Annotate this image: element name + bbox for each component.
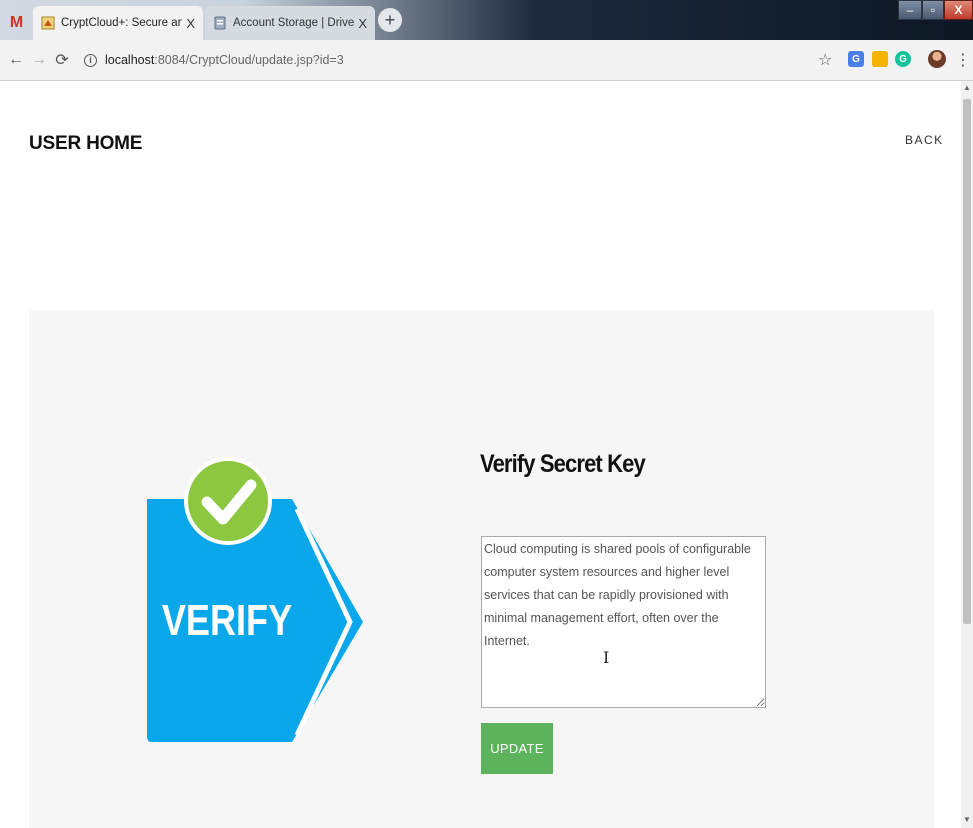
keep-icon[interactable] [872, 51, 888, 67]
tab-title: CryptCloud+: Secure and Expressive [61, 17, 183, 29]
page-viewport: USER HOME BACK VERIFY Verify Secret Key … [0, 81, 961, 828]
drivehq-favicon [214, 16, 226, 30]
gmail-icon: M [9, 14, 24, 31]
reload-button[interactable]: ⟳ [52, 50, 72, 70]
text-cursor-icon: I [603, 648, 610, 667]
forward-button[interactable]: → [29, 50, 49, 70]
tab-close-icon[interactable]: X [186, 16, 195, 31]
star-icon[interactable]: ☆ [818, 50, 832, 70]
tab-title: Account Storage | DriveHQ [233, 17, 355, 29]
new-tab-button[interactable]: + [378, 8, 402, 32]
verify-graphic-label: VERIFY [162, 596, 292, 645]
cryptcloud-favicon [41, 16, 55, 30]
secret-key-textarea[interactable]: Cloud computing is shared pools of confi… [481, 536, 766, 708]
tab-close-icon[interactable]: X [358, 16, 367, 31]
back-button[interactable]: ← [6, 50, 26, 70]
browser-tabstrip: M CryptCloud+: Secure and Expressive X A… [0, 0, 973, 40]
menu-icon[interactable]: ⋮ [955, 50, 971, 70]
update-button[interactable]: UPDATE [481, 723, 553, 774]
tab-drivehq[interactable]: Account Storage | DriveHQ X [205, 6, 375, 40]
tab-cryptcloud[interactable]: CryptCloud+: Secure and Expressive X [33, 6, 203, 40]
window-close-button[interactable]: X [944, 0, 973, 20]
verify-panel: VERIFY Verify Secret Key Cloud computing… [29, 310, 934, 828]
url-path: :8084/CryptCloud/update.jsp?id=3 [154, 53, 344, 67]
window-minimize-button[interactable]: – [898, 0, 922, 20]
scroll-down-arrow-icon[interactable]: ▼ [961, 815, 973, 824]
page-scrollbar[interactable]: ▲ ▼ [961, 81, 973, 828]
grammarly-icon[interactable]: G [895, 51, 911, 67]
check-circle [184, 457, 272, 545]
section-title: Verify Secret Key [480, 450, 646, 478]
window-maximize-button[interactable]: ▫ [922, 0, 944, 20]
avatar[interactable] [928, 50, 946, 68]
back-link[interactable]: BACK [905, 133, 944, 147]
scroll-up-arrow-icon[interactable]: ▲ [961, 83, 973, 92]
info-icon[interactable]: i [84, 53, 97, 67]
verify-graphic: VERIFY [147, 457, 363, 742]
page-title: USER HOME [29, 133, 143, 154]
translate-icon[interactable]: G [848, 51, 864, 67]
tab-gmail[interactable]: M [0, 6, 33, 40]
scroll-thumb[interactable] [963, 99, 971, 624]
browser-toolbar: ← → ⟳ i localhost:8084/CryptCloud/update… [0, 40, 973, 81]
url-host: localhost [105, 53, 155, 67]
address-bar[interactable]: i localhost:8084/CryptCloud/update.jsp?i… [78, 46, 838, 74]
